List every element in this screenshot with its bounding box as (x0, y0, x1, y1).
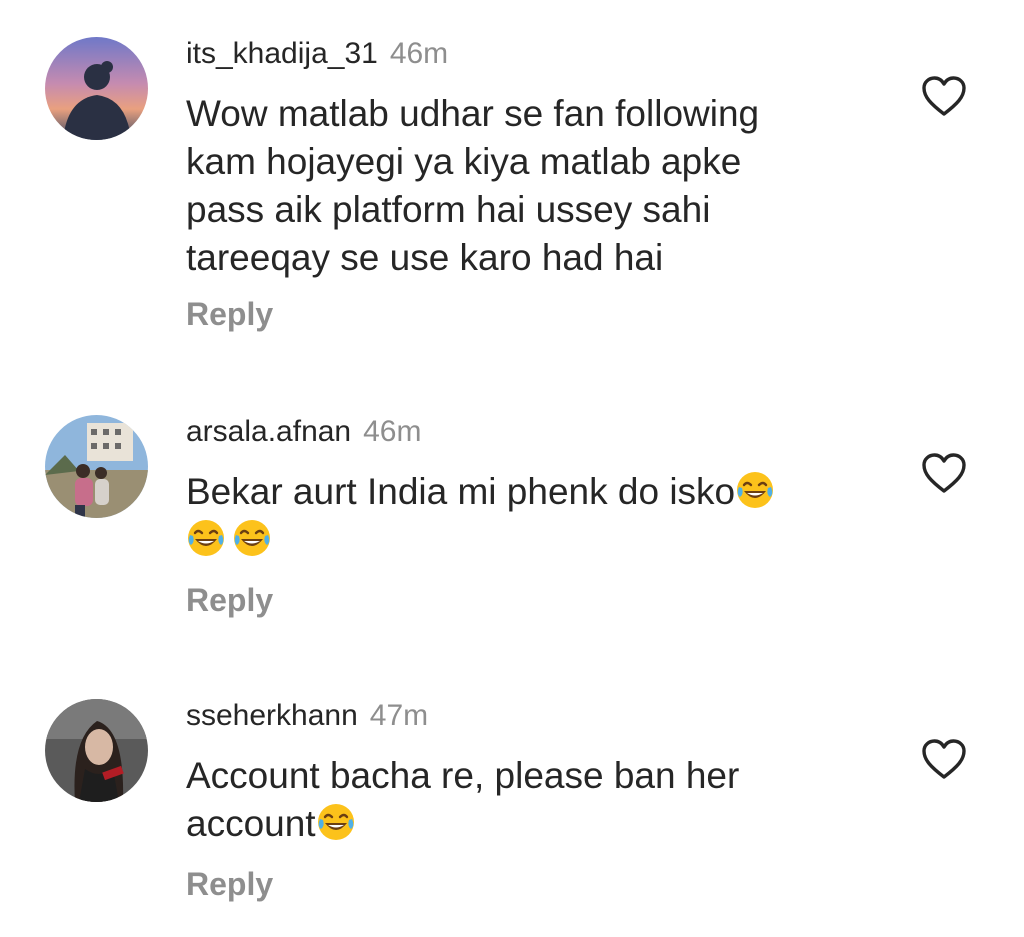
comment-text: Bekar aurt India mi phenk do isko (186, 468, 886, 564)
comment-line: kam hojayegi ya kiya matlab apke (186, 141, 742, 182)
heart-outline-icon[interactable] (921, 75, 967, 117)
timestamp: 46m (389, 37, 449, 70)
comment-text: Account bacha re, please ban her account (186, 752, 886, 848)
avatar[interactable] (45, 415, 148, 518)
comment-text: Wow matlab udhar se fan following kam ho… (186, 90, 886, 282)
face-with-tears-of-joy-icon (232, 518, 272, 558)
username[interactable]: sseherkhann (186, 699, 358, 732)
reply-button[interactable]: Reply (186, 294, 273, 334)
avatar[interactable] (45, 699, 148, 802)
comment-line: Wow matlab udhar se fan following (186, 93, 760, 134)
timestamp: 46m (363, 415, 422, 448)
comment-line: Account bacha re, please ban her (186, 755, 740, 796)
reply-button[interactable]: Reply (186, 864, 273, 904)
face-with-tears-of-joy-icon (735, 470, 775, 510)
comment-line: tareeqay se use karo had hai (186, 237, 664, 278)
comment-line: Bekar aurt India mi phenk do isko (186, 468, 886, 516)
comment-meta: its_khadija_31 46m (186, 36, 448, 72)
face-with-tears-of-joy-icon (186, 518, 226, 558)
heart-outline-icon[interactable] (921, 738, 967, 780)
reply-button[interactable]: Reply (186, 580, 273, 620)
timestamp: 47m (369, 699, 429, 732)
emoji-row (186, 516, 886, 564)
comment-meta: arsala.afnan 46m (186, 414, 421, 450)
avatar[interactable] (45, 37, 148, 140)
heart-outline-icon[interactable] (921, 452, 967, 494)
comment-line: pass aik platform hai ussey sahi (186, 189, 711, 230)
username[interactable]: its_khadija_31 (186, 37, 378, 70)
comment-line-text: Bekar aurt India mi phenk do isko (186, 471, 736, 512)
face-with-tears-of-joy-icon (316, 802, 356, 842)
comment-meta: sseherkhann 47m (186, 698, 428, 734)
comment-line: account (186, 800, 886, 848)
username[interactable]: arsala.afnan (186, 415, 351, 448)
comment-line-text: account (186, 803, 316, 844)
